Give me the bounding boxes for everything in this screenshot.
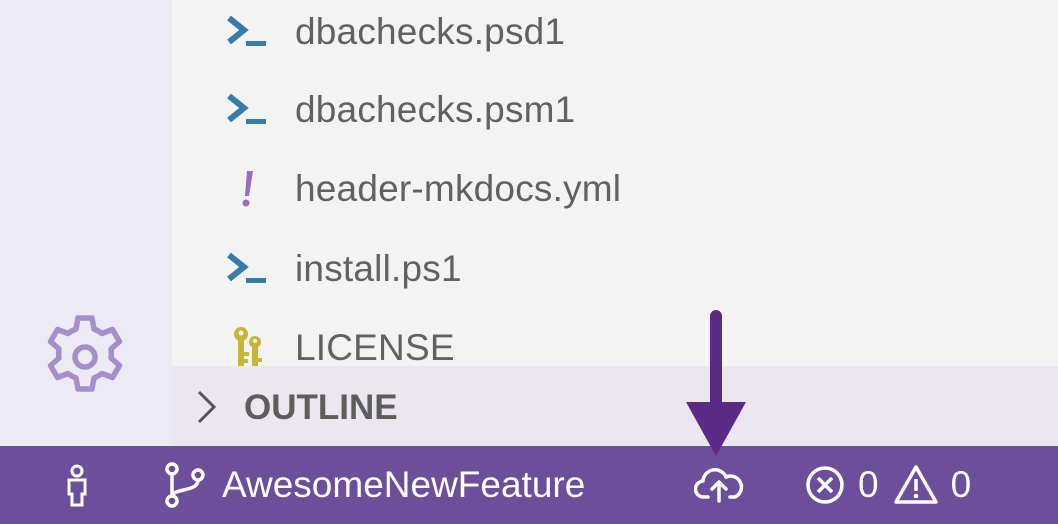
status-bar: AwesomeNewFeature 0 0 xyxy=(0,446,1058,524)
cloud-upload-icon xyxy=(694,468,744,503)
file-item[interactable]: LICENSE xyxy=(172,318,1058,366)
file-name: install.ps1 xyxy=(295,248,462,289)
branch-name: AwesomeNewFeature xyxy=(222,464,586,505)
problems-item[interactable]: 0 0 xyxy=(804,446,971,524)
yaml-icon xyxy=(224,165,272,213)
warning-icon xyxy=(893,465,938,504)
chevron-right-icon xyxy=(197,390,217,424)
error-count: 0 xyxy=(858,464,879,505)
file-name: dbachecks.psm1 xyxy=(295,89,576,130)
settings-gear-icon[interactable] xyxy=(40,312,130,402)
git-branch-icon xyxy=(165,462,205,508)
powershell-icon xyxy=(224,86,272,134)
powershell-icon xyxy=(224,8,272,56)
file-item[interactable]: header-mkdocs.yml xyxy=(172,159,1058,219)
file-item[interactable]: dbachecks.psm1 xyxy=(172,80,1058,140)
file-name: dbachecks.psd1 xyxy=(295,11,566,52)
annotation-arrow-icon xyxy=(686,310,746,456)
person-icon xyxy=(67,464,87,507)
license-key-icon xyxy=(224,324,272,366)
git-branch-item[interactable]: AwesomeNewFeature xyxy=(160,446,585,524)
activity-bar xyxy=(0,0,172,446)
outline-label: OUTLINE xyxy=(244,388,398,427)
powershell-icon xyxy=(224,245,272,293)
file-item[interactable]: dbachecks.psd1 xyxy=(172,2,1058,62)
file-item[interactable]: install.ps1 xyxy=(172,239,1058,299)
accounts-item[interactable] xyxy=(62,446,92,524)
warning-count: 0 xyxy=(950,464,972,505)
outline-section-header[interactable]: OUTLINE xyxy=(172,366,1058,446)
file-name: LICENSE xyxy=(295,327,455,366)
error-icon xyxy=(806,466,844,504)
file-name: header-mkdocs.yml xyxy=(295,168,622,209)
explorer-file-list: dbachecks.psd1 dbachecks.psm1 header-mkd… xyxy=(172,0,1058,366)
